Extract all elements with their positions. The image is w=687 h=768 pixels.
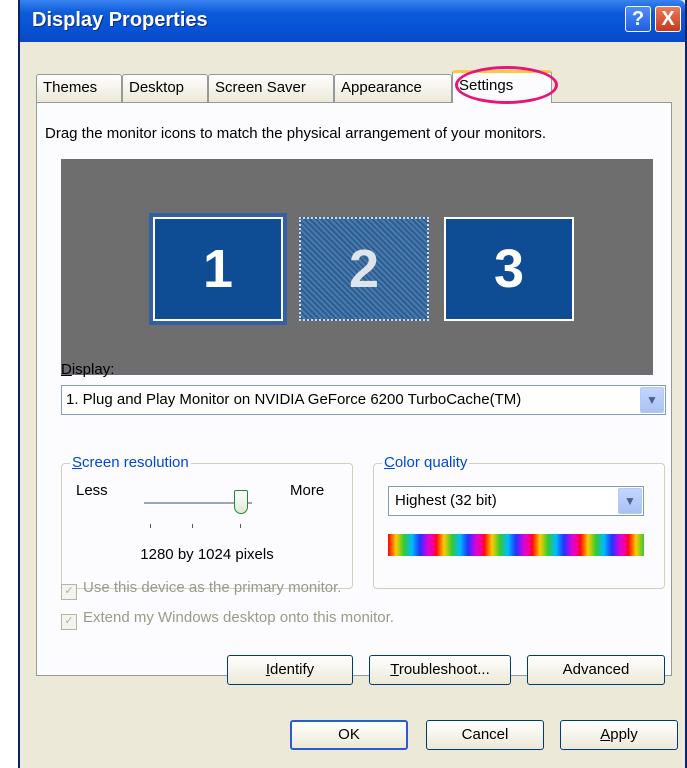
display-select[interactable]: 1. Plug and Play Monitor on NVIDIA GeFor… [61,385,666,415]
extend-desktop-checkbox-row[interactable]: ✓ Extend my Windows desktop onto this mon… [61,609,394,630]
color-quality-legend: Color quality [382,454,470,471]
color-spectrum-bar [388,534,644,556]
tab-settings[interactable]: Settings [452,70,552,103]
troubleshoot-button[interactable]: Troubleshoot... [369,655,511,685]
instructions-text: Drag the monitor icons to match the phys… [45,125,547,142]
screen-resolution-group: Screen resolution Less More 1280 by 1024… [61,454,353,589]
monitor-icon-2[interactable]: 2 [299,217,429,321]
color-quality-value: Highest (32 bit) [395,492,497,509]
color-quality-select[interactable]: Highest (32 bit) ▼ [388,486,644,516]
check-icon[interactable]: ✓ [61,584,77,600]
chevron-down-icon[interactable]: ▼ [640,387,664,413]
title-bar[interactable]: Display Properties ? X [20,0,685,42]
close-button[interactable]: X [655,6,681,32]
apply-button[interactable]: Apply [560,720,678,750]
monitor-icon-1[interactable]: 1 [149,213,287,325]
display-label: Display: [61,361,115,378]
chevron-down-icon[interactable]: ▼ [618,488,642,514]
primary-monitor-checkbox-row[interactable]: ✓ Use this device as the primary monitor. [61,579,341,600]
tab-screen-saver[interactable]: Screen Saver [208,74,334,102]
ok-button[interactable]: OK [290,720,408,750]
help-button[interactable]: ? [625,6,651,32]
slider-tick [240,524,241,528]
slider-tick [192,524,193,528]
extend-desktop-label: Extend my Windows desktop onto this moni… [83,609,394,626]
primary-monitor-label: Use this device as the primary monitor. [83,579,342,596]
screen-resolution-legend: Screen resolution [70,454,191,471]
settings-panel: Drag the monitor icons to match the phys… [36,102,672,685]
advanced-button[interactable]: Advanced [527,655,665,685]
color-quality-group: Color quality Highest (32 bit) ▼ [373,454,665,589]
tab-themes[interactable]: Themes [36,74,122,102]
window-title: Display Properties [32,9,208,31]
check-icon[interactable]: ✓ [61,614,77,630]
resolution-value: 1280 by 1024 pixels [140,546,274,563]
tab-desktop[interactable]: Desktop [122,74,208,102]
display-select-value: 1. Plug and Play Monitor on NVIDIA GeFor… [66,391,522,408]
monitor-icon-3[interactable]: 3 [444,217,574,321]
tab-appearance[interactable]: Appearance [334,74,452,102]
more-label: More [290,482,325,499]
display-properties-window: Display Properties ? X Themes Desktop Sc… [18,0,687,768]
less-label: Less [76,482,108,499]
cancel-button[interactable]: Cancel [426,720,544,750]
monitor-arrangement-area[interactable]: 1 2 3 [61,159,653,375]
resolution-slider-thumb[interactable] [234,490,248,514]
identify-button[interactable]: Identify [227,655,353,685]
slider-tick [150,524,151,528]
